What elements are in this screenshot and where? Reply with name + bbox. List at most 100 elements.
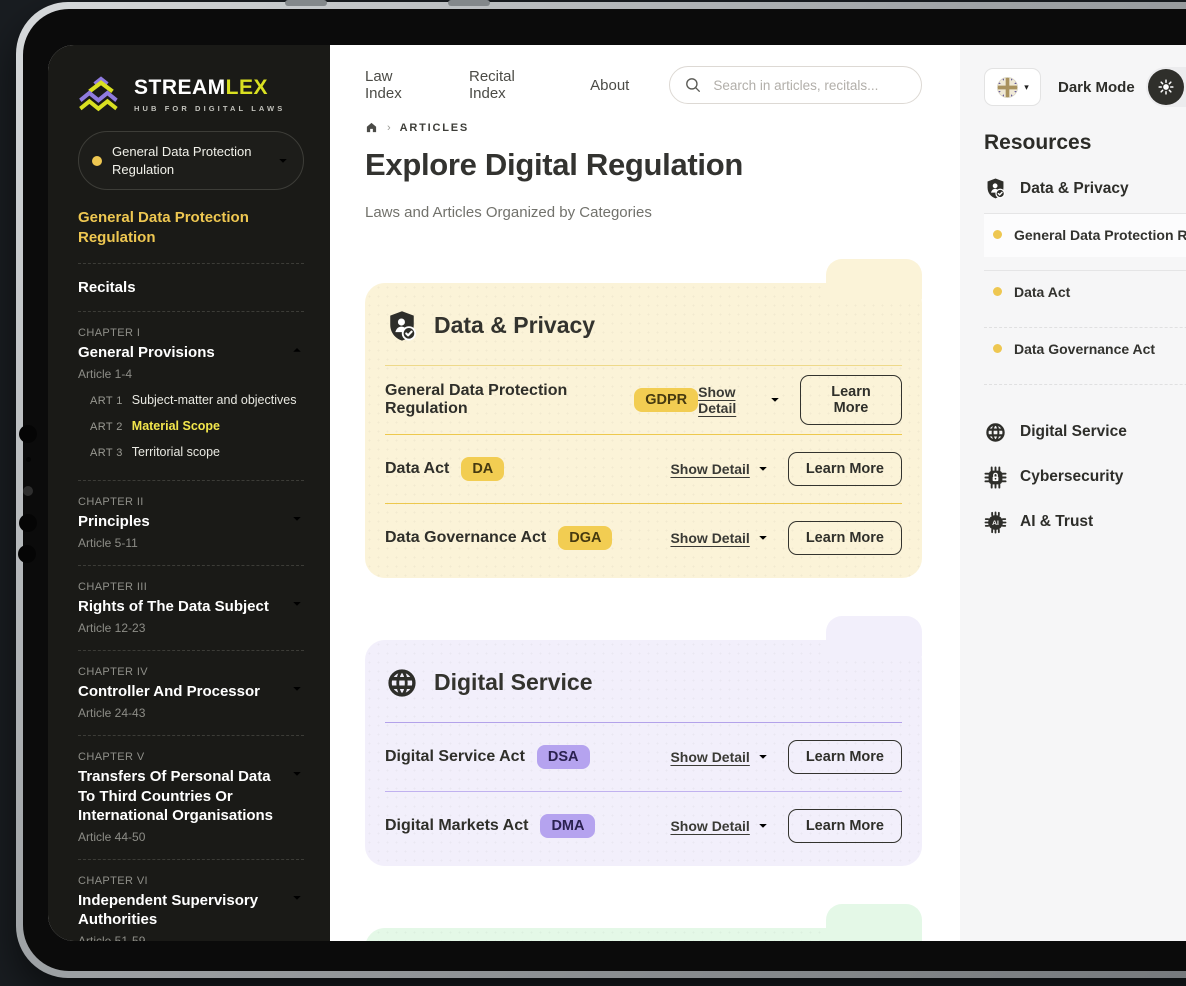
nav-recital-index[interactable]: Recital Index: [469, 68, 550, 102]
category-header: Digital Service: [385, 666, 902, 700]
streamlex-logo-icon: [79, 76, 118, 112]
show-detail-button[interactable]: Show Detail: [698, 384, 782, 416]
article-link-active[interactable]: ART 2 Material Scope: [90, 413, 304, 439]
resource-link[interactable]: Data Governance Act: [984, 328, 1186, 371]
law-badge[interactable]: DGA: [558, 525, 613, 550]
learn-more-button[interactable]: Learn More: [787, 520, 902, 555]
law-selector-dropdown[interactable]: General Data Protection Regulation: [78, 131, 304, 191]
law-name: Digital Markets Act: [385, 816, 529, 834]
law-badge[interactable]: DA: [461, 456, 505, 481]
uk-flag-icon: [996, 76, 1019, 99]
law-badge[interactable]: GDPR: [634, 387, 699, 412]
bullet-dot: [993, 343, 1002, 353]
chapter-label: CHAPTER VI: [78, 875, 149, 887]
sun-icon[interactable]: [1148, 69, 1184, 105]
search-box[interactable]: [669, 66, 922, 104]
resources-title: Resources: [984, 131, 1092, 154]
nav-law-index[interactable]: Law Index: [365, 68, 429, 102]
bullet-dot: [993, 286, 1002, 296]
dark-mode-toggle[interactable]: [1146, 67, 1186, 107]
learn-more-button[interactable]: Learn More: [787, 739, 902, 774]
ai-chip-icon: [984, 511, 1007, 534]
chapter-range: Article 44-50: [78, 830, 146, 844]
chapter-toggle[interactable]: General Provisions: [78, 343, 304, 362]
article-link[interactable]: ART 3 Territorial scope: [90, 439, 304, 465]
resource-section-title: Digital Service: [1020, 423, 1127, 441]
article-link[interactable]: ART 1 Subject-matter and objectives: [90, 387, 304, 413]
page-title: Explore Digital Regulation: [365, 147, 744, 182]
show-detail-button[interactable]: Show Detail: [670, 749, 769, 765]
law-name: Digital Service Act: [385, 747, 525, 765]
chapter-title: Rights of The Data Subject: [78, 598, 269, 616]
chapter-toggle[interactable]: Transfers Of Personal Data To Third Coun…: [78, 767, 304, 825]
sidebar-controls: ▾ Dark Mode: [984, 67, 1186, 107]
show-detail-button[interactable]: Show Detail: [670, 461, 769, 477]
resource-section-cybersecurity[interactable]: Cybersecurity: [984, 466, 1186, 489]
chapter-toggle[interactable]: Controller And Processor: [78, 682, 304, 701]
chapter-item: CHAPTER VI Independent Supervisory Autho…: [78, 875, 304, 941]
resource-link-label: General Data Protection Regulation: [1014, 227, 1186, 243]
article-title: Material Scope: [131, 418, 221, 433]
article-title: Territorial scope: [131, 444, 221, 459]
law-row: General Data Protection Regulation GDPR …: [385, 366, 902, 434]
chapter-range: Article 12-23: [78, 621, 146, 636]
resource-link[interactable]: General Data Protection Regulation: [984, 214, 1186, 257]
divider: [78, 735, 304, 737]
chapter-label: CHAPTER III: [78, 581, 148, 594]
chapter-toggle[interactable]: Independent Supervisory Authorities: [78, 891, 304, 929]
divider: [78, 262, 304, 264]
chevron-down-icon: [293, 895, 301, 900]
chapter-title: General Provisions: [78, 343, 215, 361]
home-icon[interactable]: [365, 121, 378, 134]
show-detail-button[interactable]: Show Detail: [670, 530, 769, 546]
resource-link[interactable]: Data Act: [984, 271, 1186, 314]
chapter-toggle[interactable]: Rights of The Data Subject: [78, 597, 304, 616]
show-detail-button[interactable]: Show Detail: [670, 818, 769, 834]
resource-link-label: Data Governance Act: [1014, 340, 1156, 357]
learn-more-button[interactable]: Learn More: [800, 374, 902, 425]
chapter-item: CHAPTER II Principles Article 5-11: [78, 496, 304, 550]
resource-section-title: Cybersecurity: [1020, 468, 1124, 486]
resource-section-title: Data & Privacy: [1020, 179, 1129, 197]
law-row: Digital Markets Act DMA Show Detail Lear…: [385, 792, 902, 860]
category-title: Digital Service: [434, 669, 593, 696]
chevron-down-icon: [759, 535, 767, 540]
article-number: ART 2: [90, 420, 123, 433]
learn-more-button[interactable]: Learn More: [787, 808, 902, 843]
chapter-item: CHAPTER I General Provisions Article 1-4…: [78, 327, 304, 465]
dark-mode-label: Dark Mode: [1058, 78, 1135, 96]
search-input[interactable]: [711, 76, 907, 94]
resource-section-data-privacy[interactable]: Data & Privacy: [984, 177, 1186, 200]
top-navigation: Law Index Recital Index About: [365, 65, 922, 105]
divider: [78, 650, 304, 652]
active-law-link[interactable]: General Data Protection Regulation: [78, 208, 304, 248]
shield-person-icon: [389, 309, 417, 342]
chapter-title: Transfers Of Personal Data To Third Coun…: [78, 768, 274, 824]
chapter-item: CHAPTER V Transfers Of Personal Data To …: [78, 751, 304, 844]
chapter-range: Article 51-59: [78, 934, 304, 941]
breadcrumb-current: ARTICLES: [399, 121, 470, 134]
language-selector[interactable]: ▾: [984, 68, 1041, 106]
chevron-down-icon: [293, 687, 301, 691]
chapter-toggle[interactable]: Principles: [78, 512, 304, 531]
globe-icon: [986, 422, 1005, 442]
law-name: Data Act: [385, 459, 450, 477]
article-number: ART 3: [90, 446, 123, 459]
nav-about[interactable]: About: [590, 77, 629, 94]
logo[interactable]: STREAMLEX HUB FOR DIGITAL LAWS: [78, 75, 304, 113]
law-badge[interactable]: DMA: [540, 813, 596, 838]
chip-lock-icon: [984, 466, 1007, 489]
recitals-link[interactable]: Recitals: [78, 279, 304, 296]
category-header: Data & Privacy: [385, 309, 902, 343]
learn-more-button[interactable]: Learn More: [787, 451, 902, 486]
law-status-dot: [92, 155, 102, 166]
shield-person-icon: [986, 177, 1006, 200]
resource-section-ai-trust[interactable]: AI & Trust: [984, 511, 1186, 534]
chevron-down-icon: [293, 772, 301, 777]
chevron-down-icon: [293, 516, 301, 521]
chapter-label: CHAPTER IV: [78, 666, 149, 679]
brand-tagline: HUB FOR DIGITAL LAWS: [134, 103, 286, 113]
resource-section-digital-service[interactable]: Digital Service: [984, 421, 1186, 444]
breadcrumb-separator: ›: [387, 121, 391, 134]
law-badge[interactable]: DSA: [536, 744, 590, 769]
